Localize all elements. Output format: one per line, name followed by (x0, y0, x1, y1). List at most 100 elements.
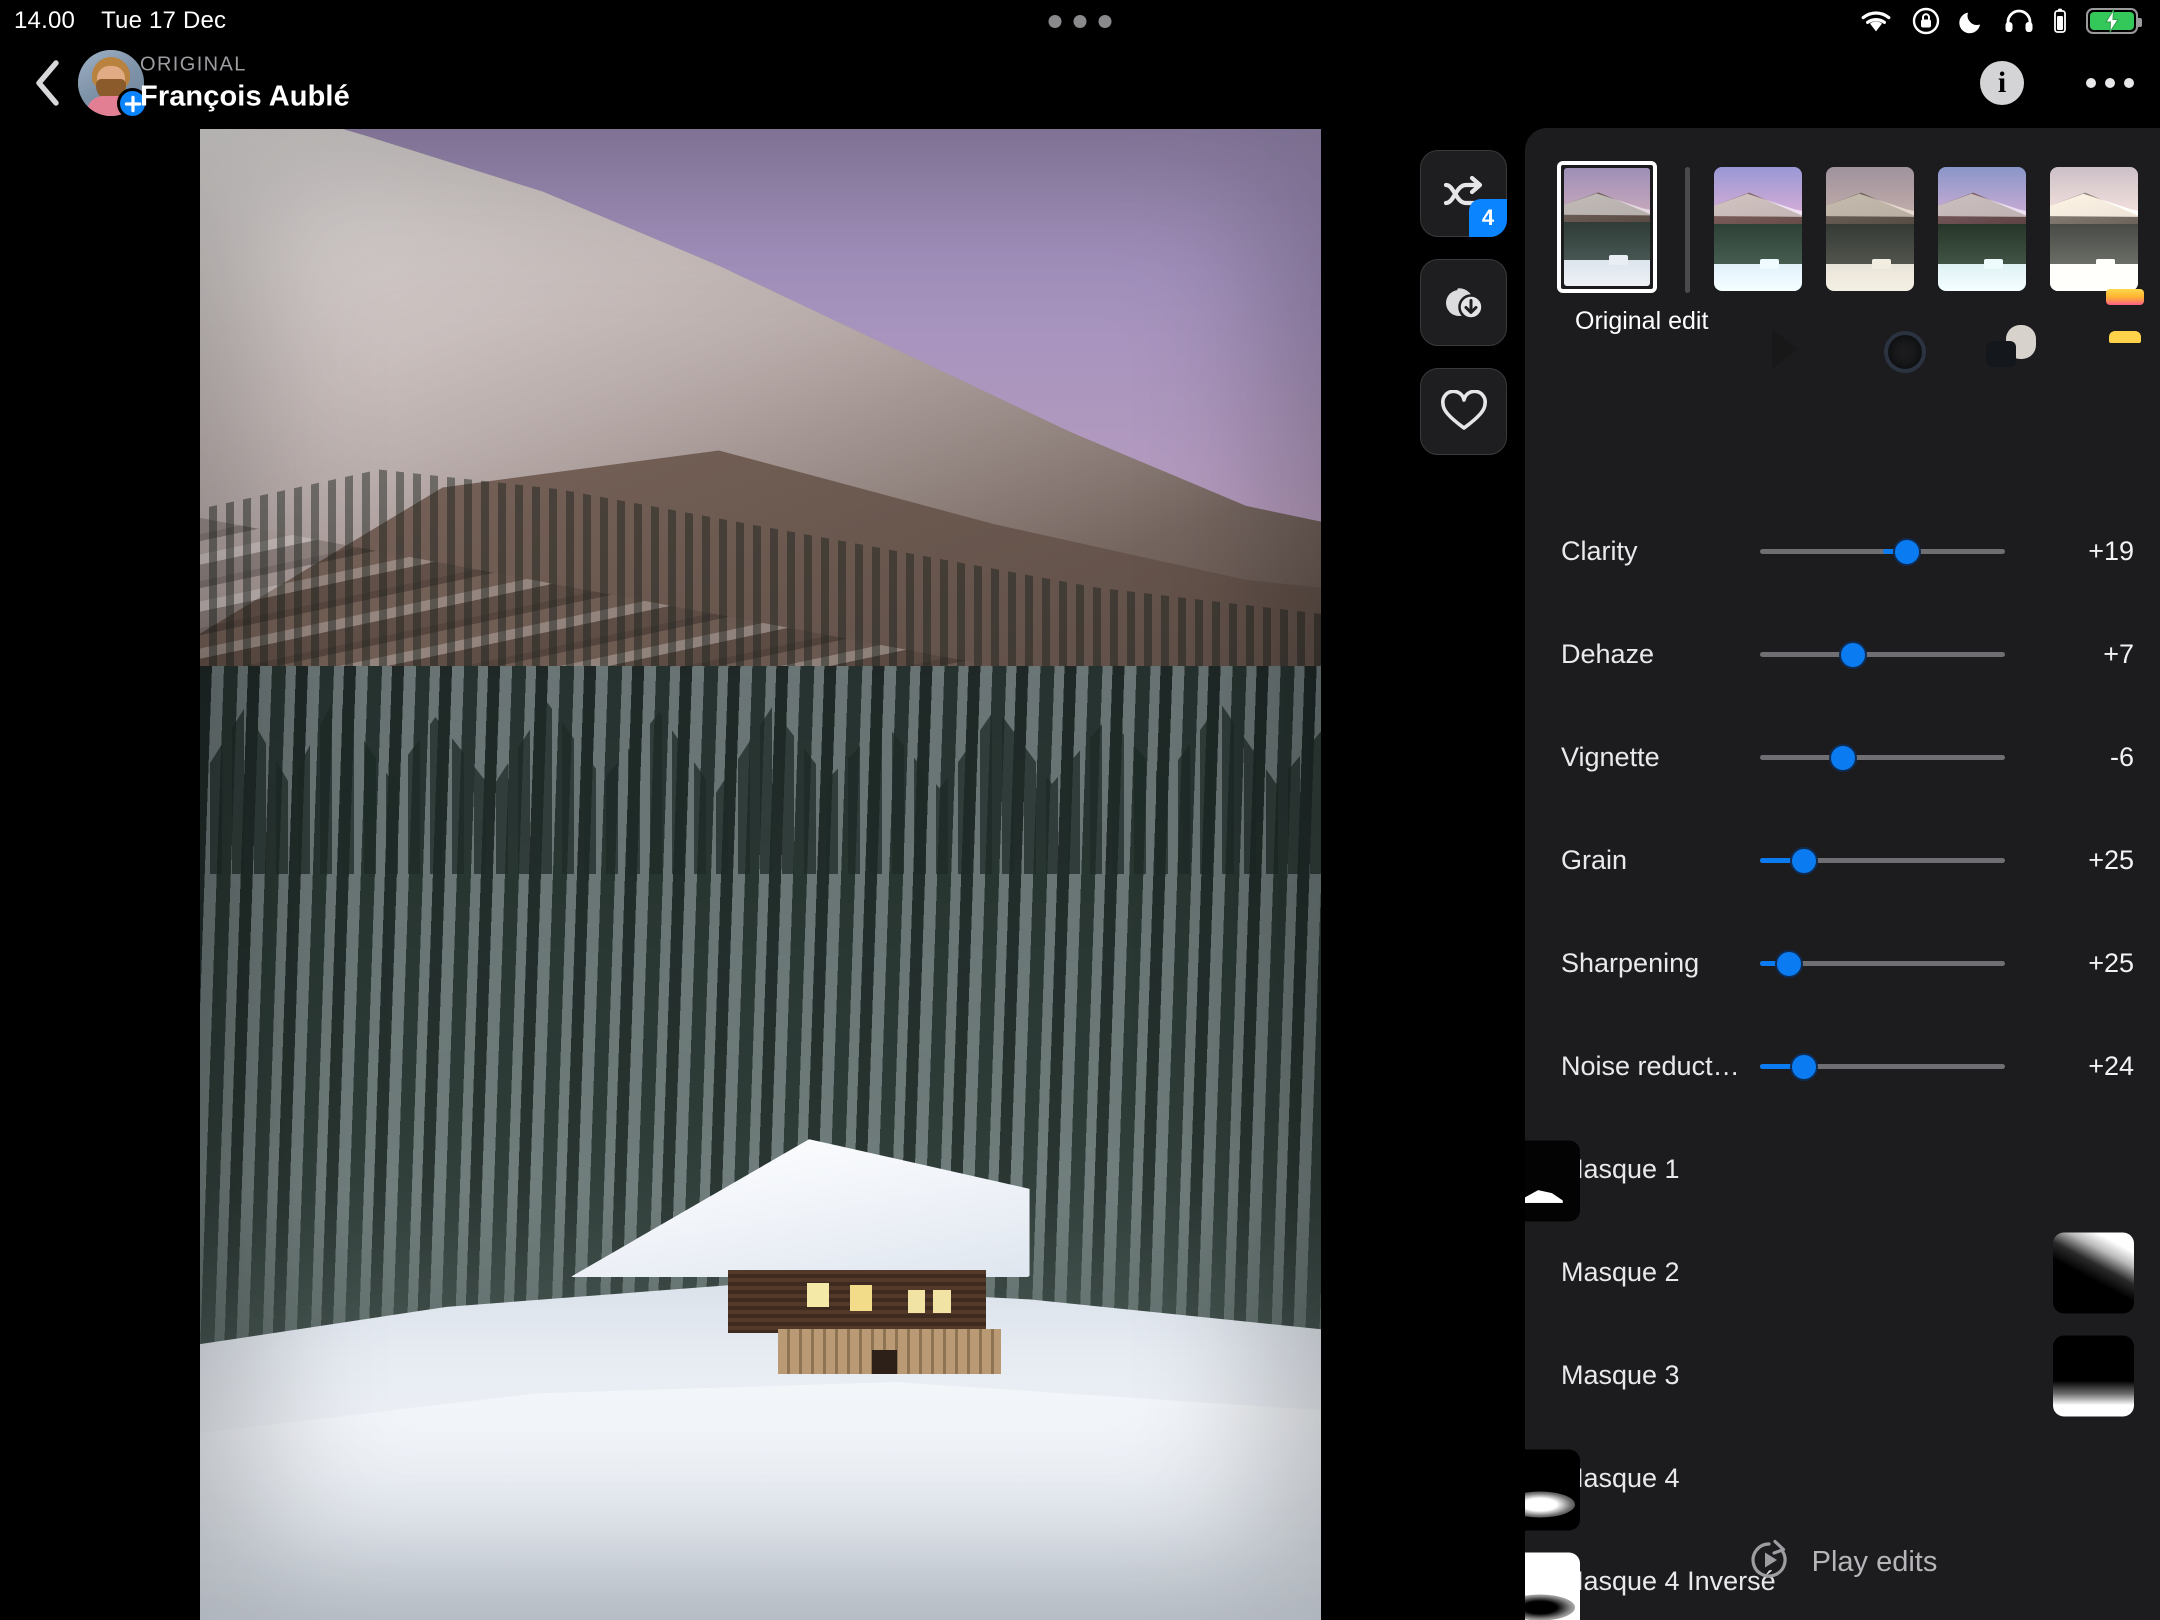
like-button[interactable] (1420, 368, 1507, 455)
headphones-icon (2004, 8, 2034, 34)
thumb-forest (1826, 224, 1914, 269)
thumb-ground (1564, 260, 1650, 286)
status-bar-right (1859, 0, 2138, 42)
mask-thumbnail[interactable] (1525, 1140, 1580, 1221)
back-button[interactable] (22, 57, 74, 109)
thumb-forest (1938, 224, 2026, 269)
edited-photo[interactable] (200, 129, 1321, 1620)
version-strip[interactable]: Original edit (1525, 161, 2160, 351)
slider-track[interactable] (1760, 961, 2005, 966)
thumb-forest (1564, 222, 1650, 264)
slider-thumb[interactable] (1775, 950, 1803, 978)
mask-row-2[interactable]: Masque 2 (1525, 1221, 2160, 1324)
slider-track[interactable] (1760, 652, 2005, 657)
photo-viewer[interactable] (0, 124, 1525, 1620)
slider-label: Clarity (1561, 536, 1638, 567)
slider-track[interactable] (1760, 549, 2005, 554)
slider-label: Vignette (1561, 742, 1660, 773)
version-original-label: Original edit (1575, 307, 1725, 336)
version-variant-3[interactable] (1938, 167, 2026, 291)
version-variant-4[interactable] (2050, 167, 2138, 291)
multitasking-indicator[interactable] (1049, 0, 1112, 42)
play-edits-label: Play edits (1812, 1546, 1938, 1579)
slider-value: +19 (2042, 536, 2134, 567)
remix-count-badge: 4 (1469, 199, 1507, 237)
mask-row-3[interactable]: Masque 3 (1525, 1324, 2160, 1427)
more-options-icon[interactable] (2086, 78, 2134, 88)
slider-thumb[interactable] (1790, 847, 1818, 875)
version-thumbnail (1938, 167, 2026, 291)
slider-row-noise-reduction[interactable]: Noise reduct… +24 (1525, 1015, 2160, 1118)
slider-row-grain[interactable]: Grain +25 (1525, 809, 2160, 912)
multitask-dot (1099, 15, 1112, 28)
play-edits-button[interactable]: Play edits (1525, 1539, 2160, 1586)
slider-thumb[interactable] (1839, 641, 1867, 669)
chalet-window (933, 1290, 951, 1312)
info-icon[interactable]: i (1980, 61, 2024, 105)
original-kicker: ORIGINAL (140, 51, 350, 78)
thumb-chalet (1609, 255, 1628, 264)
version-variant-2[interactable] (1826, 167, 1914, 291)
thumb-ground (1938, 264, 2026, 291)
slider-track[interactable] (1760, 858, 2005, 863)
remix-button[interactable]: 4 (1420, 150, 1507, 237)
slider-label: Sharpening (1561, 948, 1699, 979)
slider-row-vignette[interactable]: Vignette -6 (1525, 706, 2160, 809)
thumb-chalet (1984, 259, 2003, 269)
slider-track[interactable] (1760, 755, 2005, 760)
version-variant-1[interactable] (1714, 167, 1802, 291)
more-dot (2086, 78, 2096, 88)
version-thumbnail (2050, 167, 2138, 291)
mask-thumbnail[interactable] (1525, 1449, 1580, 1530)
slider-label: Grain (1561, 845, 1627, 876)
avatar[interactable] (78, 50, 144, 116)
tool-buttons: 4 (1420, 150, 1507, 455)
slider-value: +7 (2042, 639, 2134, 670)
thumb-forest (2050, 224, 2138, 269)
mask-thumbnail[interactable] (2053, 1335, 2134, 1416)
author-block: ORIGINAL François Aublé (140, 51, 350, 114)
chalet-door (872, 1350, 897, 1374)
chalet-window (908, 1290, 926, 1312)
wifi-icon (1859, 8, 1893, 34)
nav-bar: ORIGINAL François Aublé i (0, 42, 2160, 124)
mask-label: Masque 3 (1561, 1360, 1680, 1391)
mask-thumbnail[interactable] (2053, 1232, 2134, 1313)
version-variants (1714, 167, 2138, 291)
slider-thumb[interactable] (1790, 1053, 1818, 1081)
adjustment-sliders: Clarity +19 Dehaze +7 Vignette -6 Grai (1525, 500, 2160, 1118)
status-bar-left: 14.00 Tue 17 Dec (14, 0, 226, 42)
thumb-forest (1714, 224, 1802, 269)
thumb-ground (1714, 264, 1802, 291)
mask-row-4[interactable]: Masque 4 (1525, 1427, 2160, 1530)
version-thumbnail (1714, 167, 1802, 291)
version-original-edit[interactable]: Original edit (1557, 161, 1657, 293)
thumb-chalet (1872, 259, 1891, 269)
slider-value: +25 (2042, 845, 2134, 876)
nav-actions: i (1980, 61, 2134, 105)
slider-track[interactable] (1760, 1064, 2005, 1069)
rotation-lock-icon (1912, 7, 1940, 35)
status-bar: 14.00 Tue 17 Dec (0, 0, 2160, 42)
save-preset-button[interactable] (1420, 259, 1507, 346)
slider-value: +25 (2042, 948, 2134, 979)
thumb-ground (1826, 264, 1914, 291)
multitask-dot (1074, 15, 1087, 28)
slider-label: Dehaze (1561, 639, 1654, 670)
version-original-frame (1557, 161, 1657, 293)
thumb-chalet (2096, 259, 2115, 269)
slider-thumb[interactable] (1893, 538, 1921, 566)
multitask-dot (1049, 15, 1062, 28)
mask-row-1[interactable]: Masque 1 (1525, 1118, 2160, 1221)
slider-thumb[interactable] (1829, 744, 1857, 772)
chalet-window (807, 1283, 829, 1307)
slider-row-sharpening[interactable]: Sharpening +25 (1525, 912, 2160, 1015)
slider-value: +24 (2042, 1051, 2134, 1082)
slider-row-clarity[interactable]: Clarity +19 (1525, 500, 2160, 603)
author-name: François Aublé (140, 78, 350, 114)
do-not-disturb-moon-icon (1959, 8, 1985, 34)
photo-chalet (671, 1188, 1030, 1374)
slider-value: -6 (2042, 742, 2134, 773)
slider-row-dehaze[interactable]: Dehaze +7 (1525, 603, 2160, 706)
thumb-chalet (1760, 259, 1779, 269)
